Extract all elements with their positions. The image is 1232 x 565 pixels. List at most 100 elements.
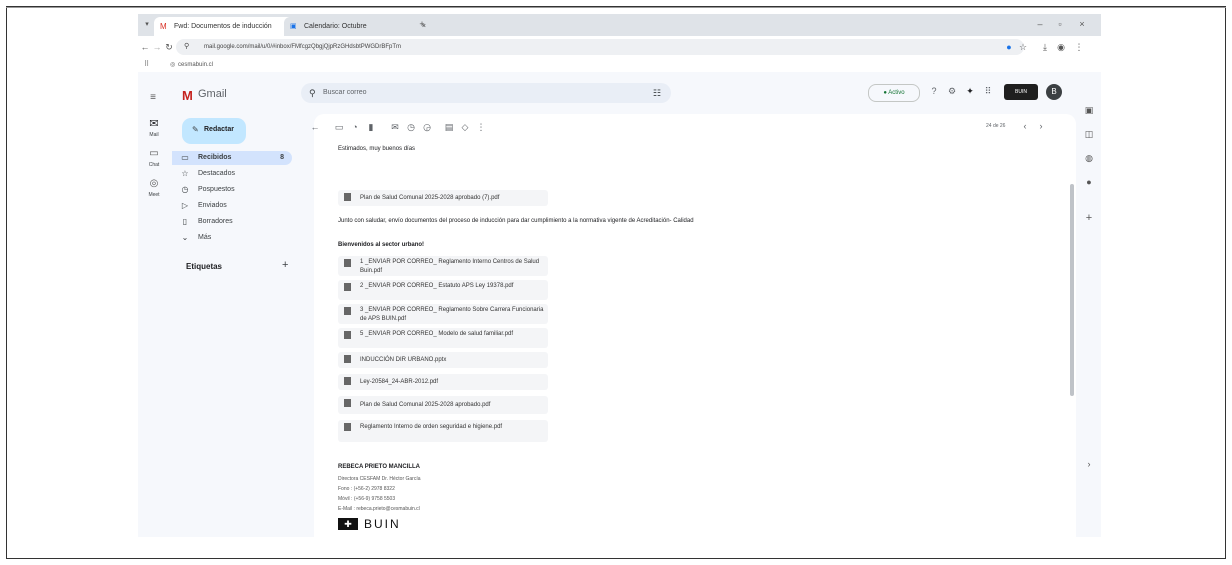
tab-calendar[interactable]: ▣ Calendario: Octubre × [284, 17, 432, 36]
settings-gear-icon[interactable]: ⚙ [946, 86, 958, 97]
attachment-name: Plan de Salud Comunal 2025-2028 aprobado… [360, 195, 500, 201]
attachment-name: 5 _ENVIAR POR CORREO_ Modelo de salud fa… [360, 331, 514, 337]
nav-item-more[interactable]: ⌄ Más [172, 231, 292, 245]
draft-icon: ▯ [182, 217, 188, 226]
meet-icon: ◎ [149, 178, 159, 189]
labels-heading: Etiquetas [186, 262, 223, 271]
add-addon-icon[interactable]: + [1083, 212, 1095, 224]
tab-label: Calendario: Octubre [304, 23, 367, 30]
profile-icon[interactable]: ◉ [1056, 41, 1066, 53]
send-icon: ▷ [181, 201, 189, 210]
email-welcome: Bienvenidos al sector urbano! [338, 242, 425, 248]
rail-meet[interactable]: ◎ Meet [142, 178, 166, 202]
browser-menu-icon[interactable]: ⋮ [1074, 41, 1084, 53]
file-icon [344, 331, 351, 339]
add-label-button[interactable]: + [282, 259, 288, 271]
add-task-icon[interactable]: ◶ [422, 122, 432, 133]
search-icon: ⚲ [309, 88, 316, 98]
scrollbar[interactable] [1070, 184, 1074, 396]
back-to-inbox-icon[interactable]: ← [310, 122, 320, 132]
maximize-button[interactable]: ▫ [1054, 18, 1066, 30]
url-field[interactable]: ⚲ mail.google.com/mail/u/0/#inbox/FMfcgz… [176, 39, 1024, 55]
tasks-icon[interactable]: ◍ [1083, 152, 1095, 164]
avatar[interactable]: B [1046, 84, 1062, 100]
prev-message-icon[interactable]: ‹ [1020, 121, 1030, 131]
attachment-chip[interactable]: Plan de Salud Comunal 2025-2028 aprobado… [338, 396, 548, 414]
tab-gmail[interactable]: M Fwd: Documentos de inducción × [154, 17, 302, 36]
rail-label: Mail [149, 132, 159, 138]
close-window-button[interactable]: × [1076, 18, 1088, 30]
google-apps-icon[interactable]: ⠿ [982, 86, 994, 97]
brand-badge-text: BUIN [1015, 89, 1027, 95]
nav-item-inbox[interactable]: ▭ Recibidos 8 [172, 151, 292, 165]
rail-mail[interactable]: ✉ Mail [142, 118, 166, 142]
signature-email[interactable]: E-Mail : rebeca.prieto@cesmabuin.cl [338, 506, 420, 512]
attachment-chip[interactable]: 3 _ENVIAR POR CORREO_ Reglamento Sobre C… [338, 304, 548, 324]
file-icon [344, 423, 351, 431]
status-chip[interactable]: ● Activo [868, 84, 920, 102]
attachment-chip[interactable]: 1 _ENVIAR POR CORREO_ Reglamento Interno… [338, 256, 548, 276]
reload-icon[interactable]: ↻ [164, 41, 174, 53]
next-message-icon[interactable]: › [1036, 121, 1046, 131]
nav-item-drafts[interactable]: ▯ Borradores [172, 215, 292, 229]
frame-left [6, 6, 7, 559]
calendar-icon[interactable]: ▣ [1083, 104, 1095, 116]
archive-icon[interactable]: ▭ [334, 122, 344, 133]
tab-search-icon[interactable]: ▾ [142, 19, 152, 31]
snooze-icon[interactable]: ◷ [406, 122, 416, 133]
nav-item-sent[interactable]: ▷ Enviados [172, 199, 292, 213]
search-box[interactable]: ⚲ Buscar correo ☷ [301, 83, 671, 103]
report-spam-icon[interactable]: ◔ [350, 122, 360, 132]
file-icon [344, 377, 351, 385]
extension-icon[interactable]: ● [1004, 41, 1014, 53]
calendar-tab-icon: ▣ [290, 23, 297, 30]
new-tab-button[interactable]: + [416, 18, 428, 30]
rail-chat[interactable]: ▭ Chat [142, 148, 166, 172]
nav-item-snoozed[interactable]: ◷ Pospuestos [172, 183, 292, 197]
signature-mobile: Móvil : (+56-9) 9758 5503 [338, 496, 396, 502]
attachment-chip[interactable]: 5 _ENVIAR POR CORREO_ Modelo de salud fa… [338, 328, 548, 348]
delete-icon[interactable]: ▮ [366, 122, 376, 133]
bookmark-item[interactable]: cesmabuin.cl [178, 58, 213, 72]
apps-grid-icon[interactable]: ⠿ [144, 58, 149, 72]
frame-divider [6, 7, 1226, 8]
attachment-chip[interactable]: Plan de Salud Comunal 2025-2028 aprobado… [338, 190, 548, 206]
search-options-icon[interactable]: ☷ [653, 83, 661, 103]
rail-label: Meet [148, 192, 160, 198]
gemini-sparkle-icon[interactable]: ✦ [964, 86, 976, 97]
more-options-icon[interactable]: ⋮ [476, 122, 486, 133]
file-icon [344, 259, 351, 267]
nav-label: Más [198, 234, 212, 241]
bookmark-star-icon[interactable]: ☆ [1018, 41, 1028, 53]
chat-icon: ▭ [149, 148, 159, 159]
nav-item-starred[interactable]: ☆ Destacados [172, 167, 292, 181]
back-icon[interactable]: ← [140, 41, 150, 53]
attachment-name: Ley-20584_24-ABR-2012.pdf [360, 379, 439, 385]
help-icon[interactable]: ? [928, 86, 940, 96]
attachment-chip[interactable]: Reglamento Interno de orden seguridad e … [338, 420, 548, 442]
forward-icon[interactable]: → [152, 41, 162, 53]
attachment-chip[interactable]: INDUCCIÓN DIR URBANO.pptx [338, 352, 548, 368]
keep-icon[interactable]: ◫ [1083, 128, 1095, 140]
attachment-name: 3 _ENVIAR POR CORREO_ Reglamento Sobre C… [360, 307, 544, 322]
bookmarks-bar: ⠿ ◎ cesmabuin.cl [138, 58, 1101, 72]
attachment-name: 2 _ENVIAR POR CORREO_ Estatuto APS Ley 1… [360, 283, 514, 289]
status-label: ● Activo [883, 90, 905, 96]
move-to-icon[interactable]: ▤ [444, 122, 454, 133]
inbox-icon: ▭ [181, 153, 189, 162]
minimize-button[interactable]: – [1034, 18, 1046, 30]
attachment-chip[interactable]: Ley-20584_24-ABR-2012.pdf [338, 374, 548, 390]
signature-name: REBECA PRIETO MANCILLA [338, 464, 421, 470]
mark-unread-icon[interactable]: ✉ [390, 122, 400, 133]
contacts-icon[interactable]: ● [1083, 176, 1095, 188]
attachment-chip[interactable]: 2 _ENVIAR POR CORREO_ Estatuto APS Ley 1… [338, 280, 548, 300]
search-input[interactable]: Buscar correo [323, 83, 367, 103]
label-icon[interactable]: ◇ [460, 122, 470, 133]
chevron-down-icon: ⌄ [181, 233, 189, 242]
expand-panel-icon[interactable]: › [1083, 458, 1095, 470]
address-bar-row: ← → ↻ ⚲ mail.google.com/mail/u/0/#inbox/… [138, 36, 1101, 58]
main-menu-icon[interactable]: ≡ [146, 92, 160, 104]
brand-badge: BUIN [1004, 84, 1038, 100]
site-info-icon[interactable]: ⚲ [184, 39, 189, 55]
download-icon[interactable]: ⤓ [1040, 41, 1050, 53]
